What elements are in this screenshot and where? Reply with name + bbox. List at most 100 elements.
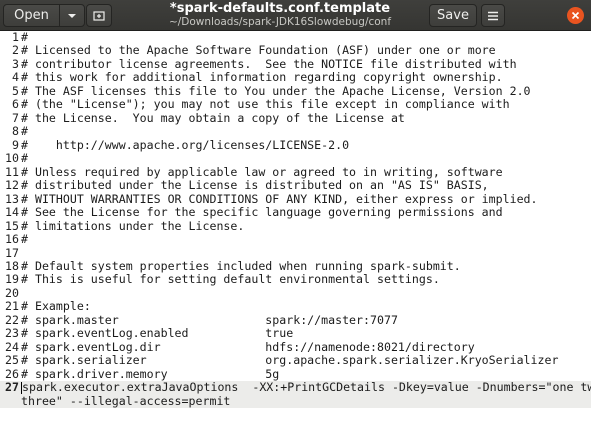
editor-line[interactable]: 20 (0, 285, 591, 300)
line-text: # spark.driver.memory 5g (21, 366, 280, 381)
line-number: 19 (5, 272, 19, 287)
editor-line[interactable]: 24 # spark.eventLog.dir hdfs://namenode:8… (0, 339, 591, 354)
editor-line[interactable]: 7 # the License. You may obtain a copy of… (0, 110, 591, 125)
line-text: # limitations under the License. (21, 218, 245, 233)
editor-line[interactable]: 6 # (the "License"); you may not use this… (0, 97, 591, 112)
line-text: # Unless required by applicable law or a… (21, 164, 503, 179)
line-text (19, 247, 21, 260)
line-number: 18 (5, 258, 19, 273)
editor-line-wrapped[interactable]: 27 three" --illegal-access=permit (0, 393, 591, 409)
close-button[interactable] (567, 7, 584, 24)
editor-line[interactable]: 13 # WITHOUT WARRANTIES OR CONDITIONS OF … (0, 191, 591, 206)
line-text: # Default system properties included whe… (21, 258, 461, 273)
editor-line[interactable]: 16 # (0, 232, 591, 247)
line-text: # (21, 232, 28, 247)
line-text: # This is useful for setting default env… (21, 272, 440, 287)
line-text: spark.executor.extraJavaOptions -XX:+Pri… (19, 380, 591, 395)
line-number: 3 (12, 56, 19, 71)
line-number: 12 (5, 178, 19, 193)
line-number: 7 (12, 110, 19, 125)
line-text: # spark.eventLog.dir hdfs://namenode:802… (21, 339, 475, 354)
line-text: # (21, 30, 28, 44)
editor-line[interactable]: 10 # (0, 151, 591, 166)
line-text: # this work for additional information r… (21, 70, 503, 85)
line-number: 2 (12, 43, 19, 58)
line-number: 25 (5, 353, 19, 368)
line-text: # distributed under the License is distr… (21, 178, 489, 193)
hamburger-menu-button[interactable] (481, 4, 505, 27)
new-tab-icon (93, 11, 105, 21)
line-number: 26 (5, 366, 19, 381)
editor-line[interactable]: 5 # The ASF licenses this file to You und… (0, 83, 591, 98)
editor-line[interactable]: 2 # Licensed to the Apache Software Found… (0, 43, 591, 58)
line-number: 15 (5, 218, 19, 233)
line-number: 13 (5, 191, 19, 206)
line-number: 23 (5, 326, 19, 341)
new-tab-button[interactable] (86, 4, 112, 27)
editor-line[interactable]: 23 # spark.eventLog.enabled true (0, 326, 591, 341)
editor-line[interactable]: 18 # Default system properties included w… (0, 258, 591, 273)
editor-line[interactable]: 22 # spark.master spark://master:7077 (0, 312, 591, 327)
line-number: 14 (5, 205, 19, 220)
editor-line[interactable]: 1 # (0, 30, 591, 44)
editor-line[interactable]: 15 # limitations under the License. (0, 218, 591, 233)
line-text: # spark.serializer org.apache.spark.seri… (21, 353, 559, 368)
editor-line-current[interactable]: 27 spark.executor.extraJavaOptions -XX:+… (0, 380, 591, 395)
line-text: # contributor license agreements. See th… (21, 56, 517, 71)
line-text: # (21, 151, 28, 166)
line-text: # spark.eventLog.enabled true (21, 326, 294, 341)
line-text: # spark.master spark://master:7077 (21, 312, 398, 327)
open-button[interactable]: Open (3, 4, 60, 27)
line-number: 27 (5, 380, 19, 395)
current-line-text: spark.executor.extraJavaOptions -XX:+Pri… (22, 380, 591, 395)
window-subtitle: ~/Downloads/spark-JDK16Slowdebug/conf (168, 16, 392, 28)
line-text: # The ASF licenses this file to You unde… (21, 83, 531, 98)
editor-line[interactable]: 25 # spark.serializer org.apache.spark.se… (0, 353, 591, 368)
line-text (19, 287, 21, 300)
line-number: 6 (12, 97, 19, 112)
line-number: 4 (12, 70, 19, 85)
save-button[interactable]: Save (429, 4, 477, 27)
window-title-area: *spark-defaults.conf.template ~/Download… (150, 1, 410, 29)
chevron-down-icon (68, 13, 76, 18)
editor-line[interactable]: 21 # Example: (0, 299, 591, 314)
line-text: # See the License for the specific langu… (21, 205, 503, 220)
line-text: # (the "License"); you may not use this … (21, 97, 510, 112)
editor-line[interactable]: 14 # See the License for the specific lan… (0, 205, 591, 220)
line-text: # http://www.apache.org/licenses/LICENSE… (21, 137, 350, 152)
text-editor[interactable]: 1 #2 # Licensed to the Apache Software Fou… (0, 30, 591, 433)
line-number: 20 (5, 285, 19, 300)
editor-line[interactable]: 11 # Unless required by applicable law or… (0, 164, 591, 179)
line-text: # the License. You may obtain a copy of … (21, 110, 405, 125)
editor-line[interactable]: 12 # distributed under the License is dis… (0, 178, 591, 193)
line-text: # (21, 124, 28, 139)
line-number: 8 (12, 124, 19, 139)
hamburger-menu-icon (488, 11, 498, 20)
line-number: 21 (5, 299, 19, 314)
open-button-label: Open (14, 8, 49, 23)
editor-line[interactable]: 17 (0, 245, 591, 260)
editor-line[interactable]: 19 # This is useful for setting default e… (0, 272, 591, 287)
editor-line[interactable]: 4 # this work for additional information … (0, 70, 591, 85)
line-number: 17 (5, 245, 19, 260)
line-number: 11 (5, 164, 19, 179)
save-button-label: Save (437, 8, 469, 23)
line-number: 24 (5, 339, 19, 354)
wrapped-line-text: three" --illegal-access=permit (21, 393, 231, 408)
line-number: 5 (12, 83, 19, 98)
line-number: 16 (5, 232, 19, 247)
line-number: 10 (5, 151, 19, 166)
editor-line[interactable]: 9 # http://www.apache.org/licenses/LICENS… (0, 137, 591, 152)
open-menu-button[interactable] (59, 4, 85, 27)
line-text: # Licensed to the Apache Software Founda… (21, 43, 496, 58)
editor-line[interactable]: 8 # (0, 124, 591, 139)
close-icon (571, 11, 580, 20)
line-text: # Example: (21, 299, 91, 314)
editor-line[interactable]: 26 # spark.driver.memory 5g (0, 366, 591, 381)
line-number: 1 (12, 30, 19, 44)
editor-lines: 1 #2 # Licensed to the Apache Software Fou… (0, 30, 591, 381)
line-text: # WITHOUT WARRANTIES OR CONDITIONS OF AN… (21, 191, 538, 206)
editor-line[interactable]: 3 # contributor license agreements. See t… (0, 56, 591, 71)
window-title: *spark-defaults.conf.template (169, 1, 391, 16)
header-bar: Open *spark-defaults.conf.template ~/Dow… (0, 0, 591, 31)
